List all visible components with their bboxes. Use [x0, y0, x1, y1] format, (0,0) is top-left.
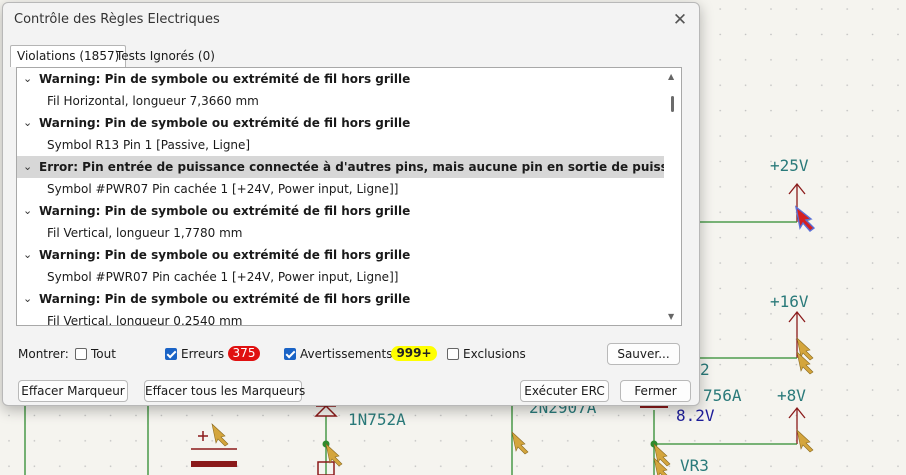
close-button[interactable]: Fermer: [620, 380, 691, 402]
label-plus-16v: +16V: [770, 292, 809, 311]
clear-all-markers-button[interactable]: Effacer tous les Marqueurs: [144, 380, 305, 402]
violation-header-text: Warning: Pin de symbole ou extrémité de …: [39, 292, 411, 306]
label-digit-2: 2: [700, 360, 710, 379]
violation-row[interactable]: ⌄ Warning: Pin de symbole ou extrémité de…: [17, 288, 664, 310]
scroll-up-icon[interactable]: ▲: [668, 72, 674, 81]
chevron-down-icon[interactable]: ⌄: [23, 200, 32, 222]
label-756a: 756A: [703, 386, 742, 405]
all-label: Tout: [91, 347, 116, 361]
violation-detail-row[interactable]: Fil Vertical, longueur 0,2540 mm: [17, 310, 664, 325]
show-label: Montrer:: [18, 347, 69, 361]
violation-detail-row[interactable]: Symbol R13 Pin 1 [Passive, Ligne]: [17, 134, 664, 156]
violation-detail-row[interactable]: Fil Horizontal, longueur 7,3660 mm: [17, 90, 664, 112]
run-erc-button[interactable]: Exécuter ERC: [520, 380, 609, 402]
chevron-down-icon[interactable]: ⌄: [23, 156, 32, 178]
violation-detail-row[interactable]: Symbol #PWR07 Pin cachée 1 [+24V, Power …: [17, 266, 664, 288]
chevron-down-icon[interactable]: ⌄: [23, 244, 32, 266]
violation-row[interactable]: ⌄ Error: Pin entrée de puissance connecté…: [17, 156, 681, 178]
violation-header-text: Warning: Pin de symbole ou extrémité de …: [39, 248, 411, 262]
tab-ignored-tests[interactable]: Tests Ignorés (0): [110, 46, 221, 66]
scrollbar-thumb[interactable]: [671, 96, 674, 112]
errors-count-badge: 375: [228, 346, 260, 361]
exclusions-checkbox[interactable]: [447, 348, 459, 360]
label-plus-25v: +25V: [770, 156, 809, 175]
vertical-scrollbar[interactable]: ▲ ▼: [664, 68, 681, 325]
warnings-count-badge: 999+: [391, 346, 437, 361]
scroll-down-icon[interactable]: ▼: [668, 312, 674, 321]
violation-row[interactable]: ⌄ Warning: Pin de symbole ou extrémité de…: [17, 112, 664, 134]
violation-header-text: Warning: Pin de symbole ou extrémité de …: [39, 72, 411, 86]
chevron-down-icon[interactable]: ⌄: [23, 112, 32, 134]
erc-dialog: Contrôle des Règles Electriques ✕ Violat…: [2, 2, 700, 406]
close-icon[interactable]: ✕: [669, 9, 691, 31]
warnings-label: Avertissements: [300, 347, 393, 361]
warnings-checkbox[interactable]: [284, 348, 296, 360]
label-1n752a: 1N752A: [348, 410, 406, 429]
violation-header-text: Warning: Pin de symbole ou extrémité de …: [39, 204, 411, 218]
violation-row[interactable]: ⌄ Warning: Pin de symbole ou extrémité de…: [17, 200, 664, 222]
dialog-title: Contrôle des Règles Electriques: [14, 12, 220, 27]
violation-header-text: Error: Pin entrée de puissance connectée…: [39, 160, 681, 174]
violation-detail-row[interactable]: Symbol #PWR07 Pin cachée 1 [+24V, Power …: [17, 178, 664, 200]
errors-checkbox[interactable]: [165, 348, 177, 360]
tab-violations[interactable]: Violations (1857): [10, 45, 127, 67]
label-plus-8v: +8V: [777, 386, 806, 405]
errors-label: Erreurs: [181, 347, 225, 361]
violations-list[interactable]: ⌄ Warning: Pin de symbole ou extrémité de…: [16, 67, 682, 326]
chevron-down-icon[interactable]: ⌄: [23, 288, 32, 310]
all-checkbox[interactable]: [75, 348, 87, 360]
label-8-2v: 8.2V: [676, 406, 715, 425]
capacitor-plate: [191, 461, 237, 467]
violation-row[interactable]: ⌄ Warning: Pin de symbole ou extrémité de…: [17, 244, 664, 266]
exclusions-label: Exclusions: [463, 347, 526, 361]
violations-tree: ⌄ Warning: Pin de symbole ou extrémité de…: [17, 68, 681, 325]
violation-header-text: Warning: Pin de symbole ou extrémité de …: [39, 116, 411, 130]
save-button[interactable]: Sauver...: [607, 343, 680, 365]
violation-row[interactable]: ⌄ Warning: Pin de symbole ou extrémité de…: [17, 68, 664, 90]
chevron-down-icon[interactable]: ⌄: [23, 68, 32, 90]
clear-marker-button[interactable]: Effacer Marqueur: [18, 380, 128, 402]
violation-detail-row[interactable]: Fil Vertical, longueur 1,7780 mm: [17, 222, 664, 244]
label-vr3: VR3: [680, 456, 709, 475]
